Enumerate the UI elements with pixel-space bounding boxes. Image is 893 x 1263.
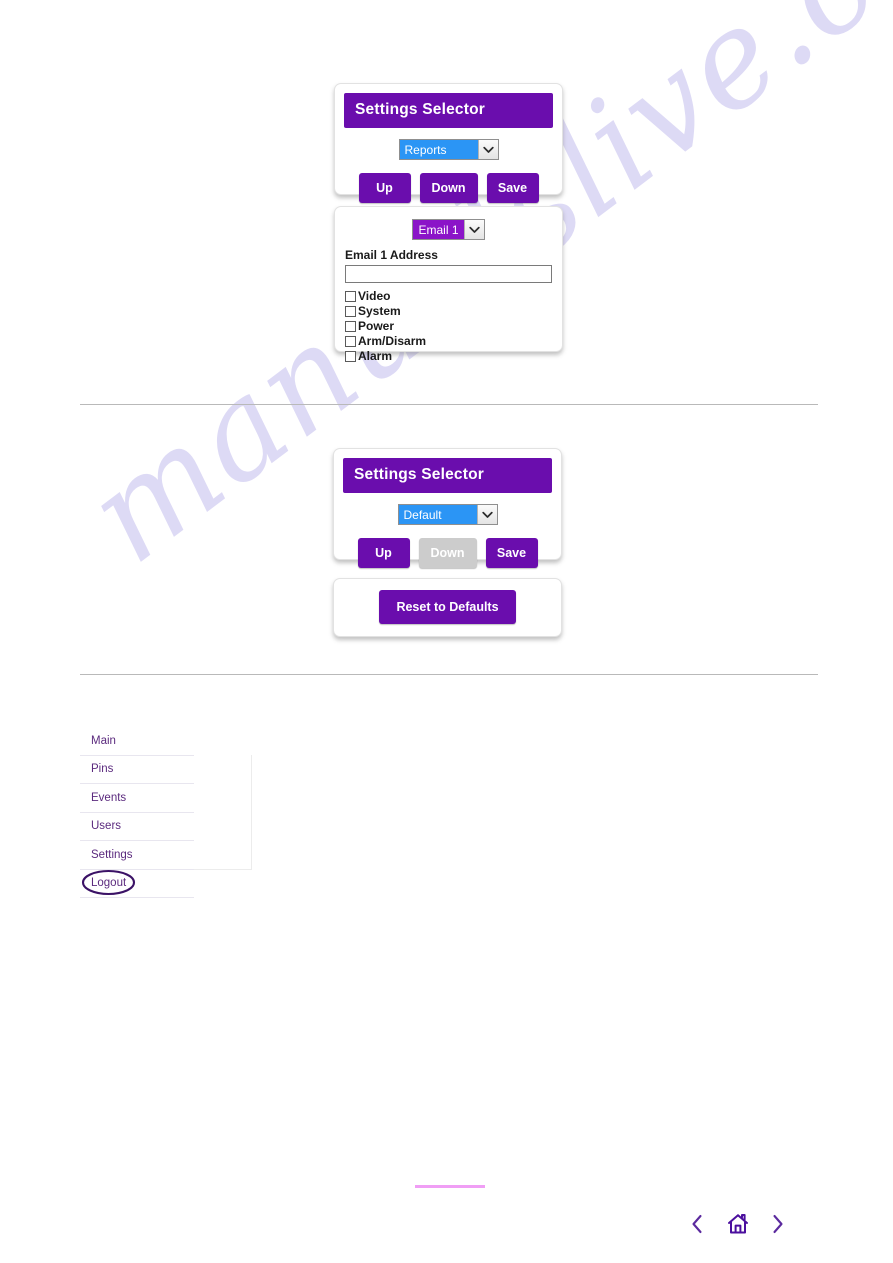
settings-profile-select-value: Reports: [399, 140, 478, 159]
nav-item-events[interactable]: Events: [80, 784, 194, 813]
settings-selector-title: Settings Selector: [343, 458, 552, 493]
nav-item-logout[interactable]: Logout: [80, 870, 194, 898]
event-type-checkbox-list: Video System Power Arm/Disarm Alarm: [345, 290, 552, 362]
up-button[interactable]: Up: [357, 538, 410, 568]
down-button[interactable]: Down: [419, 173, 478, 203]
footer-rule: [415, 1185, 485, 1188]
email-slot-select-value: Email 1: [413, 220, 464, 239]
checkbox-row[interactable]: Alarm: [345, 350, 552, 362]
settings-profile-select-value: Default: [398, 505, 477, 524]
settings-profile-select[interactable]: Reports: [398, 139, 499, 160]
navigation-menu: Main Pins Events Users Settings Logout: [80, 727, 194, 898]
reset-button-row: Reset to Defaults: [334, 590, 561, 624]
checkbox-video[interactable]: [345, 290, 356, 302]
chevron-down-icon: [476, 505, 497, 524]
section-divider: [80, 674, 818, 675]
chevron-down-icon: [477, 140, 498, 159]
settings-selector-card-top: Settings Selector Reports Up Down Save: [334, 83, 563, 203]
chevron-left-icon[interactable]: [690, 1214, 704, 1239]
checkbox-power[interactable]: [345, 320, 356, 332]
checkbox-alarm[interactable]: [345, 350, 356, 362]
email-settings-card: Email 1 Email 1 Address Video System Pow…: [334, 206, 563, 362]
nav-item-settings[interactable]: Settings: [80, 841, 194, 870]
nav-item-label: Settings: [91, 848, 133, 861]
checkbox-system-label: System: [358, 304, 401, 318]
save-button[interactable]: Save: [486, 173, 539, 203]
checkbox-arm-disarm-label: Arm/Disarm: [358, 334, 427, 348]
checkbox-row[interactable]: System: [345, 305, 552, 317]
nav-item-label: Logout: [91, 877, 127, 890]
email-address-label: Email 1 Address: [345, 248, 438, 262]
nav-item-label: Pins: [91, 763, 114, 776]
nav-item-main[interactable]: Main: [80, 727, 194, 756]
nav-menu-panel-edge: [194, 755, 252, 870]
checkbox-row[interactable]: Arm/Disarm: [345, 335, 552, 347]
save-button[interactable]: Save: [485, 538, 538, 568]
reset-defaults-card: Reset to Defaults: [333, 578, 562, 637]
settings-selector-button-row: Up Down Save: [334, 538, 561, 568]
section-divider: [80, 404, 818, 405]
checkbox-row[interactable]: Video: [345, 290, 552, 302]
settings-selector-button-row: Up Down Save: [335, 173, 562, 203]
settings-selector-title: Settings Selector: [344, 93, 553, 128]
nav-item-label: Main: [91, 734, 116, 747]
email-slot-select[interactable]: Email 1: [412, 219, 485, 240]
up-button[interactable]: Up: [358, 173, 411, 203]
checkbox-power-label: Power: [358, 319, 395, 333]
down-button-disabled: Down: [418, 538, 477, 568]
nav-item-label: Events: [91, 791, 127, 804]
nav-item-label: Users: [91, 820, 122, 833]
checkbox-system[interactable]: [345, 305, 356, 317]
nav-item-users[interactable]: Users: [80, 813, 194, 841]
checkbox-row[interactable]: Power: [345, 320, 552, 332]
reset-to-defaults-button[interactable]: Reset to Defaults: [379, 590, 516, 624]
settings-selector-dropdown-row: Default: [334, 504, 561, 525]
settings-selector-dropdown-row: Reports: [335, 139, 562, 160]
checkbox-arm-disarm[interactable]: [345, 335, 356, 347]
settings-selector-card-bottom: Settings Selector Default Up Down Save: [333, 448, 562, 568]
email-select-row: Email 1: [345, 219, 552, 240]
checkbox-video-label: Video: [358, 289, 391, 303]
chevron-right-icon[interactable]: [771, 1214, 785, 1239]
checkbox-alarm-label: Alarm: [358, 349, 393, 363]
nav-item-pins[interactable]: Pins: [80, 756, 194, 784]
email-address-input[interactable]: [345, 265, 552, 283]
home-icon[interactable]: [726, 1212, 750, 1241]
chevron-down-icon: [463, 220, 484, 239]
settings-profile-select[interactable]: Default: [397, 504, 498, 525]
footer-navigation: [690, 1210, 785, 1242]
